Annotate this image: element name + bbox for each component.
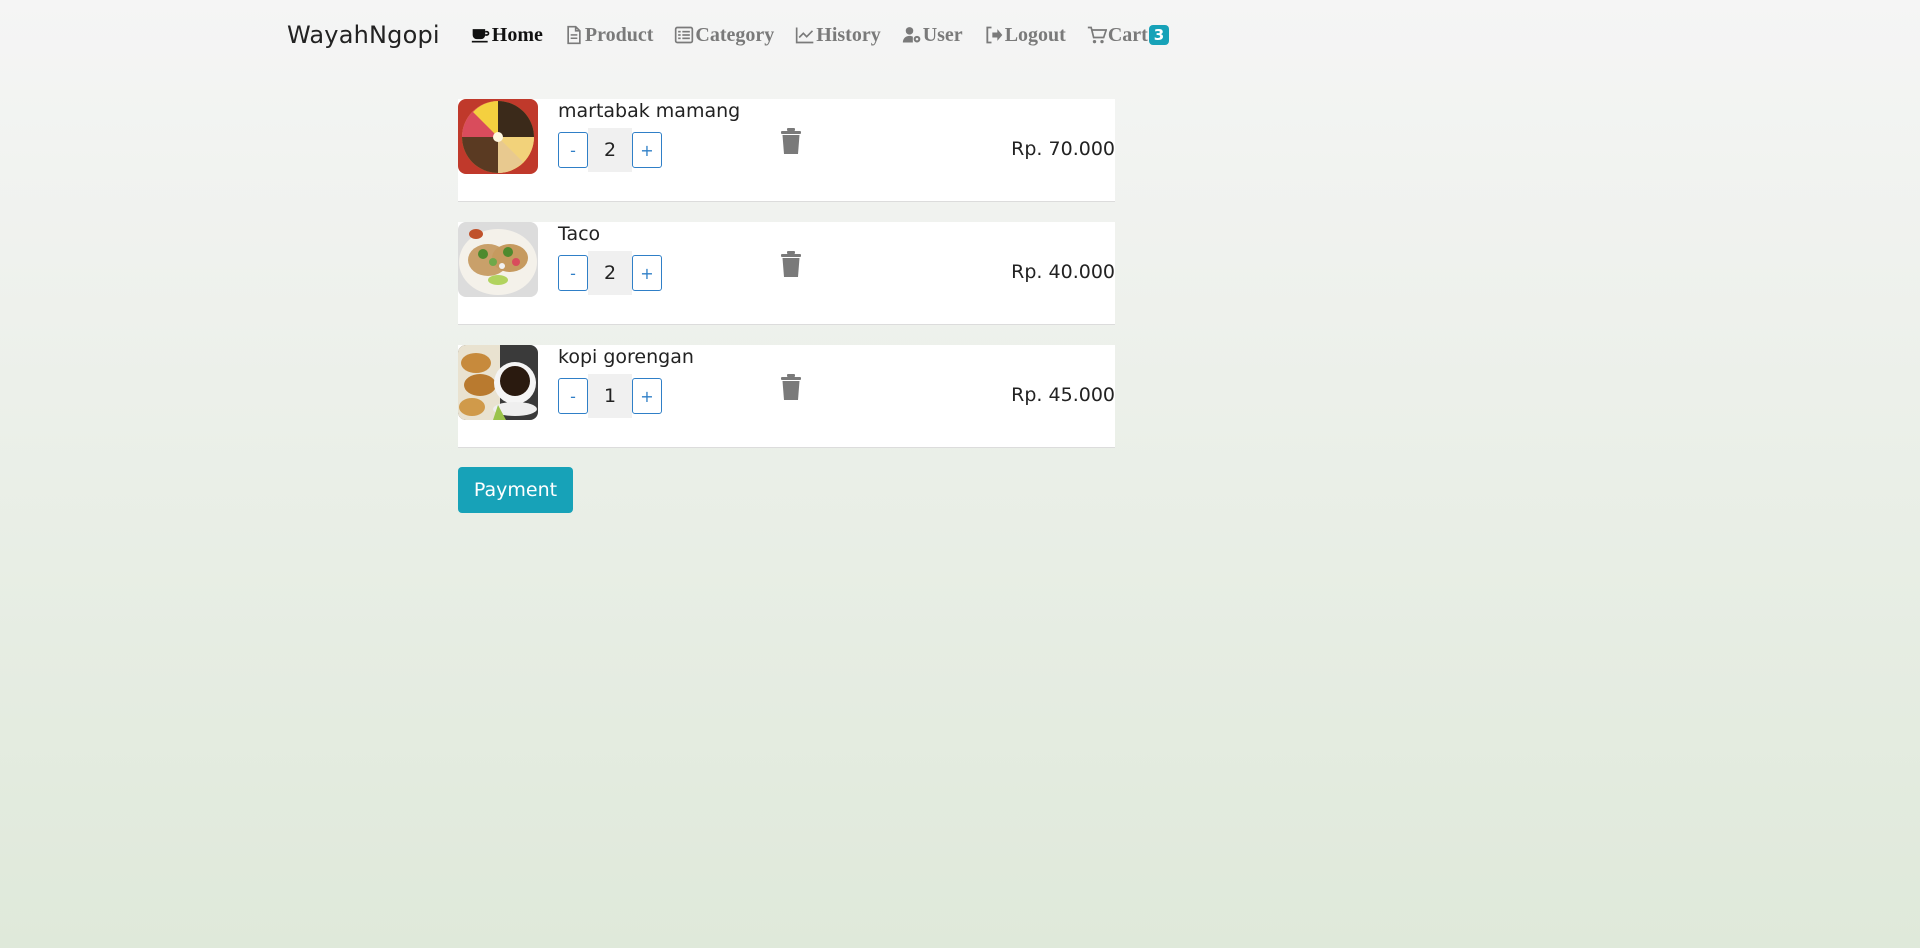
nav-home[interactable]: Home — [470, 24, 543, 47]
item-price: Rp. 70.000 — [1011, 138, 1115, 160]
nav-user[interactable]: User — [901, 24, 963, 47]
item-price: Rp. 45.000 — [1011, 384, 1115, 406]
user-gear-icon — [901, 24, 923, 46]
increase-qty-button[interactable]: + — [632, 132, 662, 168]
nav-history[interactable]: History — [794, 23, 881, 47]
item-name: Taco — [558, 223, 601, 245]
quantity-value: 2 — [588, 251, 632, 295]
cart-list: martabak mamang - 2 + Rp. 70.000 Taco - … — [458, 99, 1115, 468]
logout-icon — [983, 24, 1005, 46]
item-name: kopi gorengan — [558, 346, 694, 368]
nav-cart[interactable]: Cart 3 — [1086, 23, 1170, 47]
quantity-stepper: - 2 + — [558, 251, 662, 295]
trash-icon[interactable] — [780, 128, 802, 154]
cart-item: kopi gorengan - 1 + Rp. 45.000 — [458, 345, 1115, 448]
payment-button[interactable]: Payment — [458, 467, 573, 513]
taco-image — [458, 222, 538, 297]
coffee-cup-icon — [470, 24, 492, 46]
nav-user-label: User — [922, 23, 963, 46]
cart-item: martabak mamang - 2 + Rp. 70.000 — [458, 99, 1115, 202]
quantity-value: 2 — [588, 128, 632, 172]
item-name: martabak mamang — [558, 100, 741, 122]
nav-category[interactable]: Category — [673, 24, 774, 47]
quantity-stepper: - 1 + — [558, 374, 662, 418]
cart-item: Taco - 2 + Rp. 40.000 — [458, 222, 1115, 325]
cart-count-badge: 3 — [1148, 25, 1170, 45]
cart-icon — [1086, 24, 1108, 46]
navbar: WayahNgopi Home Product Category History… — [287, 14, 1189, 56]
quantity-value: 1 — [588, 374, 632, 418]
brand-logo[interactable]: WayahNgopi — [287, 21, 440, 49]
quantity-stepper: - 2 + — [558, 128, 662, 172]
increase-qty-button[interactable]: + — [632, 255, 662, 291]
line-chart-icon — [794, 24, 816, 46]
nav-category-label: Category — [695, 23, 775, 46]
decrease-qty-button[interactable]: - — [558, 132, 588, 168]
decrease-qty-button[interactable]: - — [558, 378, 588, 414]
nav-cart-label: Cart — [1107, 23, 1148, 46]
nav-product-label: Product — [584, 23, 654, 46]
nav-logout-label: Logout — [1004, 23, 1066, 46]
document-icon — [563, 24, 585, 46]
trash-icon[interactable] — [780, 251, 802, 277]
decrease-qty-button[interactable]: - — [558, 255, 588, 291]
list-icon — [673, 24, 695, 46]
coffee-fritter-image — [458, 345, 538, 420]
nav-logout[interactable]: Logout — [983, 24, 1066, 47]
nav-history-label: History — [816, 23, 881, 46]
nav-product[interactable]: Product — [563, 23, 654, 47]
nav-home-label: Home — [491, 23, 543, 46]
martabak-image — [458, 99, 538, 174]
trash-icon[interactable] — [780, 374, 802, 400]
item-price: Rp. 40.000 — [1011, 261, 1115, 283]
increase-qty-button[interactable]: + — [632, 378, 662, 414]
